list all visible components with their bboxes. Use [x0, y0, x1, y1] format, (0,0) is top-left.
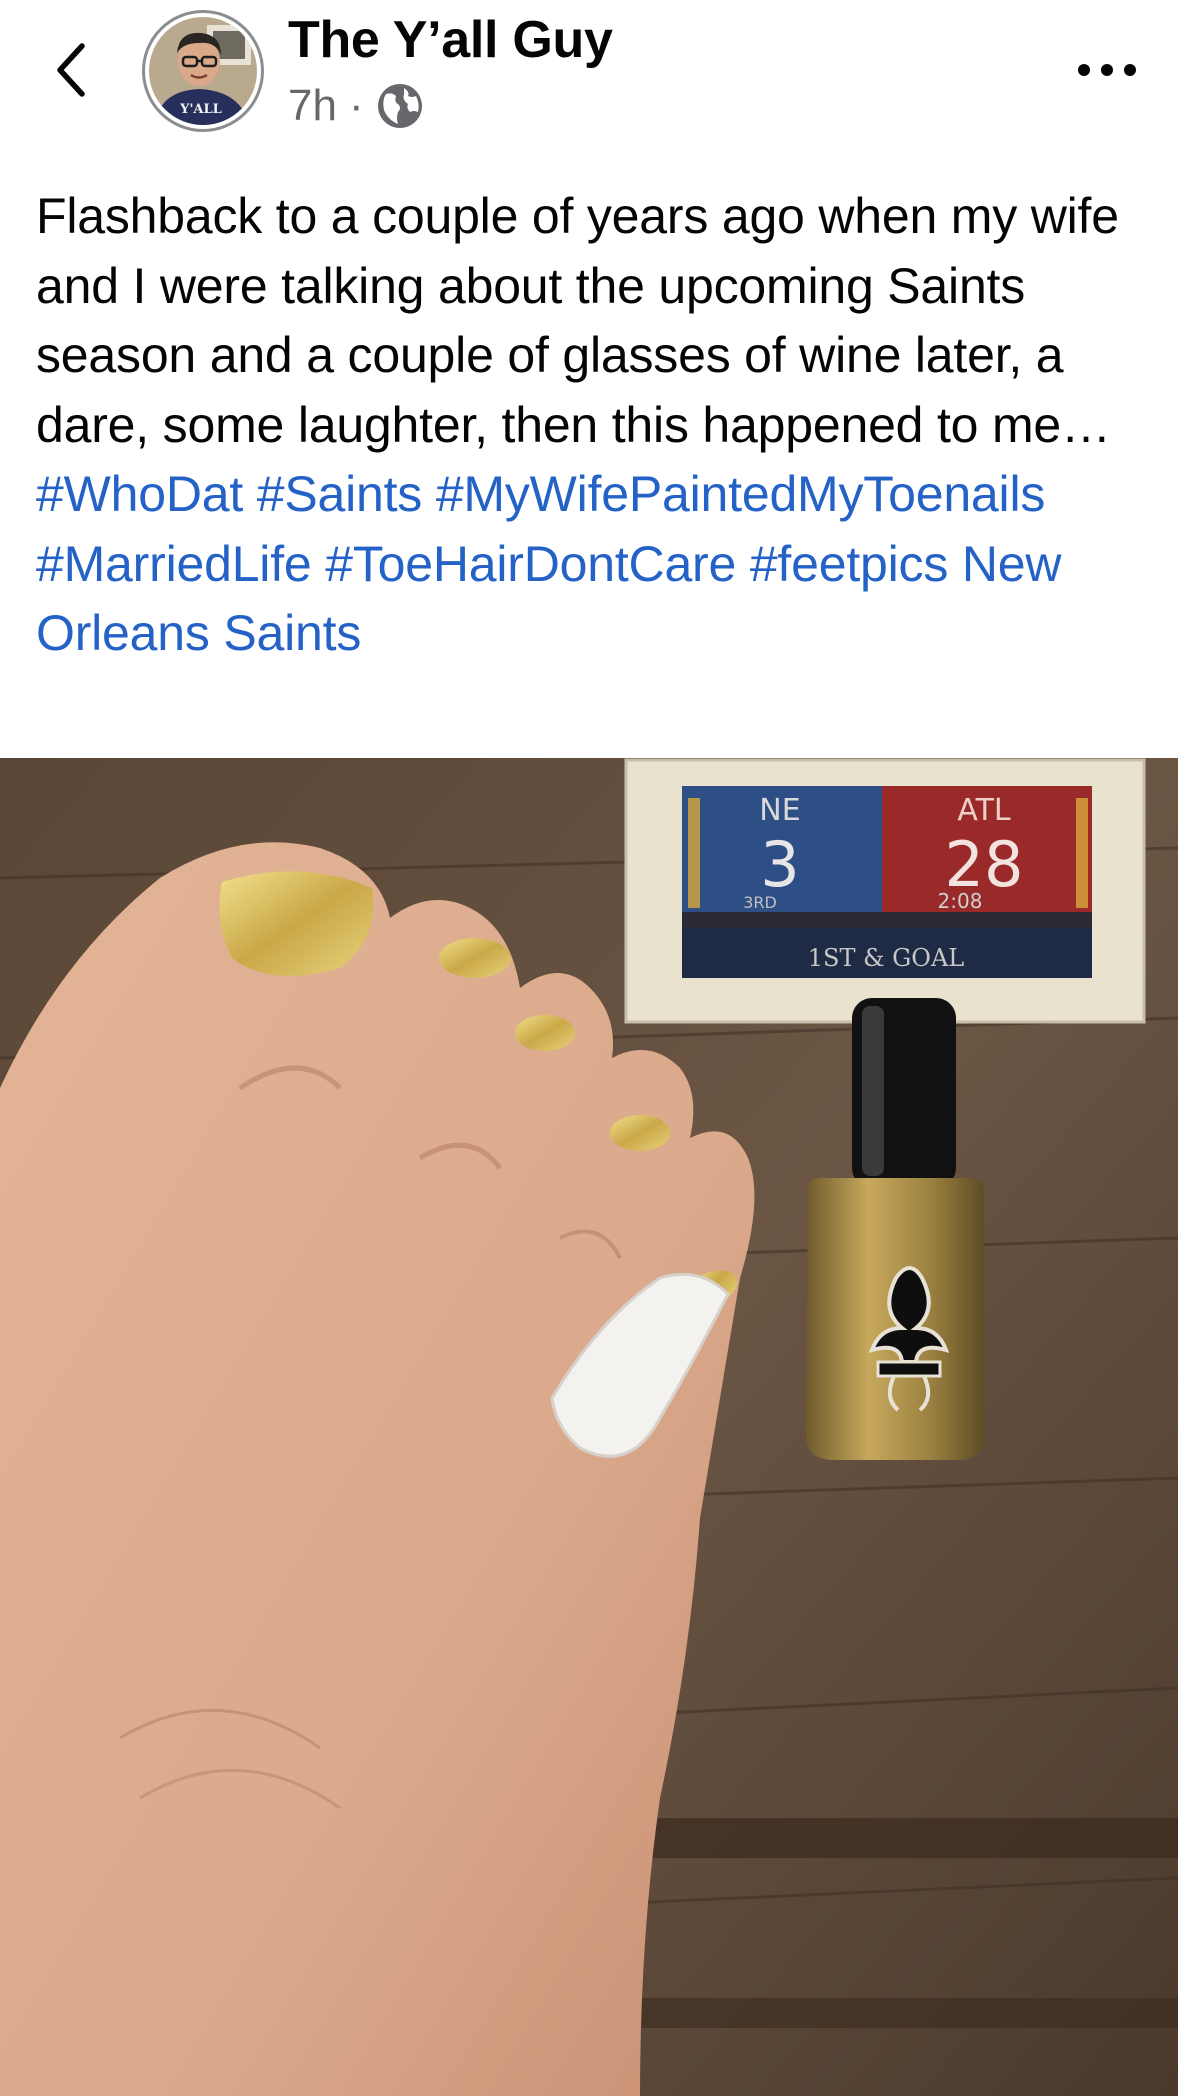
author-avatar[interactable]: Y'ALL	[142, 10, 264, 132]
post-header: Y'ALL The Y’all Guy 7h ·	[0, 0, 1178, 150]
score-value-left: 3	[760, 828, 799, 901]
score-team-right: ATL	[957, 793, 1011, 828]
more-options-button[interactable]	[1072, 46, 1142, 94]
hashtag-whodat[interactable]: #WhoDat	[36, 466, 243, 522]
hashtag-feetpics[interactable]: #feetpics	[750, 536, 949, 592]
post-body: Flashback to a couple of years ago when …	[36, 188, 1119, 453]
chevron-left-icon	[57, 43, 85, 97]
author-name[interactable]: The Y’all Guy	[288, 10, 613, 70]
hashtag-saints[interactable]: #Saints	[257, 466, 423, 522]
score-quarter: 3RD	[743, 893, 777, 912]
back-button[interactable]	[44, 34, 96, 106]
hashtag-toehairdontcare[interactable]: #ToeHairDontCare	[325, 536, 736, 592]
globe-icon	[376, 82, 424, 130]
score-clock: 2:08	[938, 889, 983, 913]
score-down: 1ST & GOAL	[808, 944, 965, 972]
hashtag-marriedlife[interactable]: #MarriedLife	[36, 536, 312, 592]
scoreboard-coaster: NE 3 ATL 28 3RD 2:08 1ST & GOAL	[624, 758, 1146, 1024]
avatar-image: Y'ALL	[149, 17, 257, 125]
more-horizontal-icon	[1078, 64, 1136, 76]
meta-separator: ·	[348, 81, 364, 130]
hashtag-mywifepaintedmytoenails[interactable]: #MyWifePaintedMyToenails	[436, 466, 1046, 522]
post-text: Flashback to a couple of years ago when …	[36, 182, 1146, 669]
post-photo[interactable]: NE 3 ATL 28 3RD 2:08 1ST & GOAL	[0, 758, 1178, 2096]
score-team-left: NE	[759, 793, 800, 828]
post-meta: 7h ·	[288, 78, 424, 134]
avatar-shirt-text: Y'ALL	[179, 102, 222, 117]
post-time[interactable]: 7h	[288, 81, 337, 131]
